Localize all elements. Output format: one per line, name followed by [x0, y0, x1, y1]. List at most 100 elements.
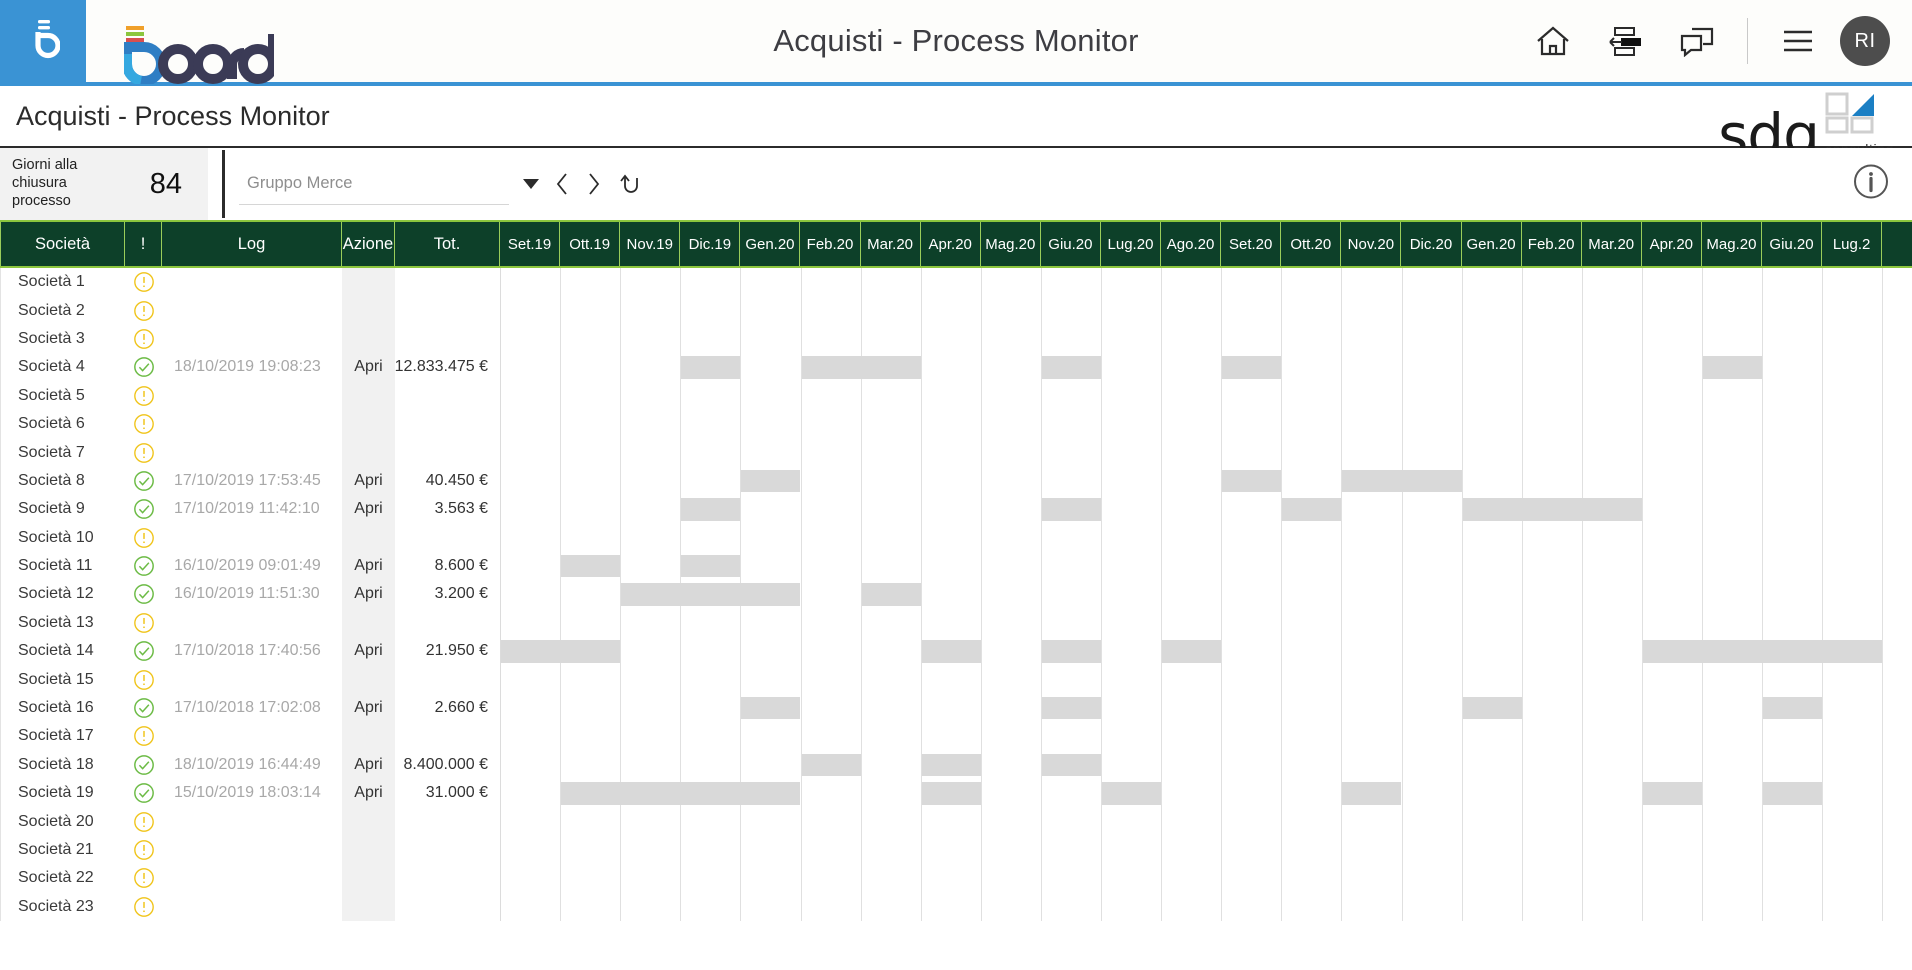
- column-header-month-4[interactable]: Gen.20: [740, 222, 801, 266]
- table-row[interactable]: Società 17: [0, 722, 1912, 751]
- status-warning-icon[interactable]: [125, 325, 162, 353]
- home-icon[interactable]: [1517, 11, 1589, 71]
- menu-icon[interactable]: [1762, 11, 1834, 71]
- column-header-month-17[interactable]: Feb.20: [1522, 222, 1582, 266]
- next-icon[interactable]: [585, 171, 603, 197]
- avatar[interactable]: RI: [1840, 16, 1890, 66]
- status-warning-icon[interactable]: [125, 836, 162, 864]
- gruppo-merce-select[interactable]: Gruppo Merce: [239, 163, 509, 205]
- status-warning-icon[interactable]: [125, 438, 162, 466]
- cell-azione-apri-link[interactable]: Apri: [342, 552, 395, 580]
- column-header-month-18[interactable]: Mar.20: [1582, 222, 1642, 266]
- table-body[interactable]: Società 1 Società 2 Società 3 Società 4 18/1…: [0, 268, 1912, 922]
- table-row[interactable]: Società 7: [0, 438, 1912, 467]
- status-warning-icon[interactable]: [125, 410, 162, 438]
- cell-azione-apri-link[interactable]: Apri: [342, 467, 395, 495]
- table-row[interactable]: Società 3: [0, 324, 1912, 354]
- status-warning-icon[interactable]: [125, 893, 162, 921]
- column-header-month-2[interactable]: Nov.19: [620, 222, 681, 266]
- column-header-azione[interactable]: Azione: [342, 222, 395, 266]
- column-header-month-20[interactable]: Mag.20: [1702, 222, 1762, 266]
- status-ok-icon[interactable]: [125, 694, 162, 722]
- table-row[interactable]: Società 13: [0, 608, 1912, 638]
- table-row[interactable]: Società 6: [0, 409, 1912, 439]
- status-warning-icon[interactable]: [125, 268, 162, 296]
- column-header-societ[interactable]: Società: [0, 222, 125, 266]
- status-ok-icon[interactable]: [125, 580, 162, 608]
- table-row[interactable]: Società 12 16/10/2019 11:51:30 Apri 3.200 €: [0, 580, 1912, 609]
- cell-azione-apri-link[interactable]: Apri: [342, 353, 395, 381]
- cell-azione-apri-link[interactable]: Apri: [342, 751, 395, 779]
- column-header-month-11[interactable]: Ago.20: [1161, 222, 1222, 266]
- column-header-tot[interactable]: Tot.: [395, 222, 500, 266]
- column-header-month-16[interactable]: Gen.20: [1462, 222, 1522, 266]
- chevron-down-icon[interactable]: [523, 179, 539, 189]
- cell-totale: 3.200 €: [434, 585, 488, 603]
- process-monitor-table[interactable]: Società! Log Azione Tot. Set.19 Ott.19 Nov.19 D…: [0, 220, 1912, 934]
- column-header-month-9[interactable]: Giu.20: [1041, 222, 1101, 266]
- table-row[interactable]: Società 15: [0, 665, 1912, 694]
- info-icon[interactable]: [1852, 163, 1890, 206]
- status-warning-icon[interactable]: [125, 864, 162, 892]
- status-warning-icon[interactable]: [125, 722, 162, 750]
- status-ok-icon[interactable]: [125, 637, 162, 665]
- status-ok-icon[interactable]: [125, 552, 162, 580]
- prev-icon[interactable]: [553, 171, 571, 197]
- column-header-month-1[interactable]: Ott.19: [560, 222, 621, 266]
- board-app-icon[interactable]: [0, 0, 86, 84]
- status-warning-icon[interactable]: [125, 665, 162, 693]
- column-header-month-14[interactable]: Nov.20: [1341, 222, 1402, 266]
- table-row[interactable]: Società 18 18/10/2019 16:44:49 Apri 8.400.0…: [0, 750, 1912, 780]
- column-header-month-7[interactable]: Apr.20: [921, 222, 981, 266]
- column-header-month-21[interactable]: Giu.20: [1762, 222, 1823, 266]
- column-header-month-15[interactable]: Dic.20: [1401, 222, 1462, 266]
- status-warning-icon[interactable]: [125, 609, 162, 637]
- status-ok-icon[interactable]: [125, 467, 162, 495]
- column-header-month-8[interactable]: Mag.20: [981, 222, 1041, 266]
- table-row[interactable]: Società 2: [0, 296, 1912, 325]
- status-warning-icon[interactable]: [125, 296, 162, 324]
- table-row[interactable]: Società 10: [0, 523, 1912, 552]
- cell-azione-apri-link[interactable]: Apri: [342, 779, 395, 807]
- table-row[interactable]: Società 20: [0, 807, 1912, 836]
- status-ok-icon[interactable]: [125, 779, 162, 807]
- cell-azione-apri-link[interactable]: Apri: [342, 495, 395, 523]
- column-header-month-10[interactable]: Lug.20: [1101, 222, 1162, 266]
- status-warning-icon[interactable]: [125, 382, 162, 410]
- column-header-[interactable]: !: [125, 222, 162, 266]
- column-header-month-22[interactable]: Lug.2: [1822, 222, 1883, 266]
- table-row[interactable]: Società 22: [0, 864, 1912, 893]
- column-header-month-12[interactable]: Set.20: [1221, 222, 1282, 266]
- column-header-month-19[interactable]: Apr.20: [1642, 222, 1702, 266]
- cell-azione-apri-link[interactable]: Apri: [342, 694, 395, 722]
- table-row[interactable]: Società 8 17/10/2019 17:53:45 Apri 40.450 €: [0, 466, 1912, 496]
- column-header-month-0[interactable]: Set.19: [500, 222, 561, 266]
- table-row[interactable]: Società 5: [0, 381, 1912, 410]
- table-row[interactable]: Società 9 17/10/2019 11:42:10 Apri 3.563 €: [0, 495, 1912, 524]
- table-row[interactable]: Società 23: [0, 892, 1912, 921]
- table-row[interactable]: Società 1: [0, 268, 1912, 297]
- status-ok-icon[interactable]: [125, 353, 162, 381]
- cell-log: [162, 893, 342, 921]
- column-header-month-6[interactable]: Mar.20: [861, 222, 921, 266]
- cell-azione-apri-link[interactable]: Apri: [342, 637, 395, 665]
- status-ok-icon[interactable]: [125, 495, 162, 523]
- table-row[interactable]: Società 11 16/10/2019 09:01:49 Apri 8.600 €: [0, 551, 1912, 581]
- chat-icon[interactable]: [1661, 11, 1733, 71]
- status-ok-icon[interactable]: [125, 751, 162, 779]
- column-header-log[interactable]: Log: [162, 222, 342, 266]
- table-row[interactable]: Società 21: [0, 835, 1912, 865]
- table-row[interactable]: Società 4 18/10/2019 19:08:23 Apri 12.833.4…: [0, 353, 1912, 382]
- column-header-month-5[interactable]: Feb.20: [800, 222, 861, 266]
- layout-icon[interactable]: [1589, 11, 1661, 71]
- status-warning-icon[interactable]: [125, 524, 162, 552]
- table-row[interactable]: Società 19 15/10/2019 18:03:14 Apri 31.000 …: [0, 779, 1912, 808]
- status-warning-icon[interactable]: [125, 807, 162, 835]
- column-header-month-13[interactable]: Ott.20: [1281, 222, 1342, 266]
- table-row[interactable]: Società 14 17/10/2018 17:40:56 Apri 21.950 …: [0, 637, 1912, 666]
- table-row[interactable]: Società 16 17/10/2018 17:02:08 Apri 2.660 €: [0, 693, 1912, 723]
- reset-icon[interactable]: [617, 171, 643, 197]
- cell-azione-apri-link[interactable]: Apri: [342, 580, 395, 608]
- column-header-month-3[interactable]: Dic.19: [680, 222, 741, 266]
- cell-societa: Società 4: [0, 353, 125, 382]
